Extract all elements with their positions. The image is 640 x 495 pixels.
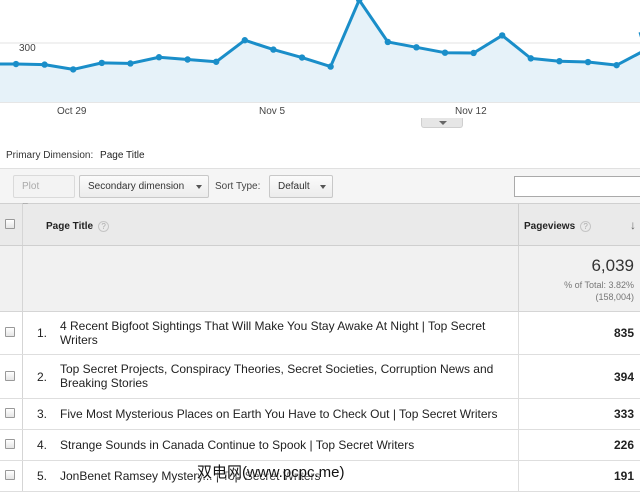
plot-rows-button[interactable]: Plot Rows (13, 175, 75, 213)
watermark-text: 双电网(www.pcpc.me) (197, 464, 345, 481)
table-search-input[interactable] (514, 176, 640, 197)
column-divider (518, 355, 519, 398)
data-point[interactable] (155, 54, 163, 61)
data-point[interactable] (213, 58, 220, 65)
data-point[interactable] (584, 58, 592, 66)
column-divider (518, 430, 519, 460)
x-tick-label: Oct 29 (57, 106, 87, 117)
row-page-title-link[interactable]: Strange Sounds in Canada Continue to Spo… (60, 438, 512, 452)
data-point[interactable] (298, 54, 306, 61)
table-row: 4. Strange Sounds in Canada Continue to … (0, 430, 640, 461)
row-page-title-link[interactable]: Five Most Mysterious Places on Earth You… (60, 407, 512, 421)
column-header-pageviews[interactable]: Pageviews? (524, 221, 592, 233)
data-point[interactable] (441, 49, 449, 56)
total-pageviews: 6,039 (591, 256, 634, 275)
help-icon[interactable]: ? (98, 221, 110, 232)
column-divider (518, 399, 519, 429)
data-point[interactable] (470, 49, 477, 57)
row-number: 1. (37, 326, 48, 340)
data-point[interactable] (70, 66, 77, 73)
sort-descending-icon[interactable]: ↓ (630, 218, 636, 232)
data-point[interactable] (184, 56, 191, 63)
column-divider (518, 312, 519, 354)
primary-dimension-value[interactable]: Page Title (100, 150, 144, 161)
column-divider (518, 461, 519, 491)
row-checkbox-cell (0, 461, 23, 491)
column-header-page-title-label: Page Title (46, 221, 94, 233)
column-header-pageviews-label: Pageviews (524, 221, 576, 233)
timeline-chart: 300 Oct 29 Nov 5 Nov 12 (0, 0, 640, 128)
primary-dimension: Primary Dimension: Page Title (6, 150, 145, 161)
data-table: Page Title? Pageviews? ↓ 6,039 % of Tota… (0, 204, 640, 492)
row-page-title-link[interactable]: Top Secret Projects, Conspiracy Theories… (60, 362, 512, 390)
row-pageviews: 226 (613, 438, 634, 452)
data-point[interactable] (98, 59, 106, 67)
chevron-down-icon (196, 185, 202, 189)
total-overall-text: (158,004) (595, 292, 634, 302)
data-point[interactable] (127, 60, 134, 67)
row-page-title-link[interactable]: 4 Recent Bigfoot Sightings That Will Mak… (60, 319, 512, 347)
data-point[interactable] (527, 55, 534, 62)
data-point[interactable] (12, 60, 20, 68)
data-point[interactable] (41, 61, 48, 68)
table-row: 3. Five Most Mysterious Places on Earth … (0, 399, 640, 430)
row-checkbox-cell (0, 430, 23, 460)
chart-collapse-handle[interactable] (421, 118, 463, 128)
table-row: 2. Top Secret Projects, Conspiracy Theor… (0, 355, 640, 399)
row-number: 2. (37, 370, 48, 384)
secondary-dimension-label: Secondary dimension (88, 181, 185, 192)
select-all-checkbox[interactable] (5, 219, 15, 229)
x-tick-label: Nov 12 (455, 106, 487, 117)
sort-type-dropdown[interactable]: Default (269, 175, 333, 198)
data-point[interactable] (241, 37, 248, 44)
data-point[interactable] (613, 61, 620, 69)
row-checkbox-cell (0, 399, 23, 429)
row-checkbox-cell (0, 355, 23, 398)
pageviews-area-chart (0, 0, 640, 103)
table-toolbar: Plot Rows Secondary dimension Sort Type:… (0, 168, 640, 213)
column-header-page-title[interactable]: Page Title? (46, 221, 110, 233)
x-tick-label: Nov 5 (259, 106, 286, 117)
help-icon[interactable]: ? (580, 221, 592, 232)
totals-row: 6,039 % of Total: 3.82% (158,004) (0, 246, 640, 312)
series-area-fill (0, 0, 640, 102)
chevron-down-icon (439, 121, 447, 125)
column-divider (518, 204, 519, 245)
secondary-dimension-dropdown[interactable]: Secondary dimension (79, 175, 209, 198)
row-checkbox-cell (0, 312, 23, 354)
row-pageviews: 394 (613, 370, 634, 384)
row-checkbox[interactable] (5, 470, 15, 480)
total-percent: % of Total: 3.82% (158,004) (564, 279, 634, 303)
data-point[interactable] (556, 58, 563, 65)
row-number: 3. (37, 407, 48, 421)
column-divider (518, 246, 519, 311)
sort-type-label: Sort Type: (215, 181, 261, 192)
table-row: 1. 4 Recent Bigfoot Sightings That Will … (0, 312, 640, 355)
series-line (0, 0, 640, 71)
row-pageviews: 333 (613, 407, 634, 421)
y-tick-label: 300 (19, 43, 36, 54)
table-header: Page Title? Pageviews? ↓ (0, 204, 640, 246)
row-number: 4. (37, 438, 48, 452)
header-checkbox-cell (0, 204, 23, 245)
primary-dimension-label: Primary Dimension: (6, 150, 94, 161)
total-percent-text: % of Total: 3.82% (564, 280, 634, 290)
row-pageviews: 191 (613, 469, 634, 483)
row-checkbox[interactable] (5, 370, 15, 381)
row-pageviews: 835 (613, 326, 634, 340)
totals-checkbox-cell (0, 246, 23, 311)
data-point[interactable] (327, 63, 334, 70)
data-point[interactable] (499, 32, 506, 39)
data-point[interactable] (413, 44, 420, 51)
row-checkbox[interactable] (5, 439, 15, 449)
row-number: 5. (37, 469, 48, 483)
row-checkbox[interactable] (5, 408, 15, 418)
sort-type-value: Default (278, 181, 310, 192)
data-point[interactable] (384, 38, 391, 46)
chevron-down-icon (320, 185, 326, 189)
row-checkbox[interactable] (5, 327, 15, 337)
data-point[interactable] (270, 46, 277, 53)
